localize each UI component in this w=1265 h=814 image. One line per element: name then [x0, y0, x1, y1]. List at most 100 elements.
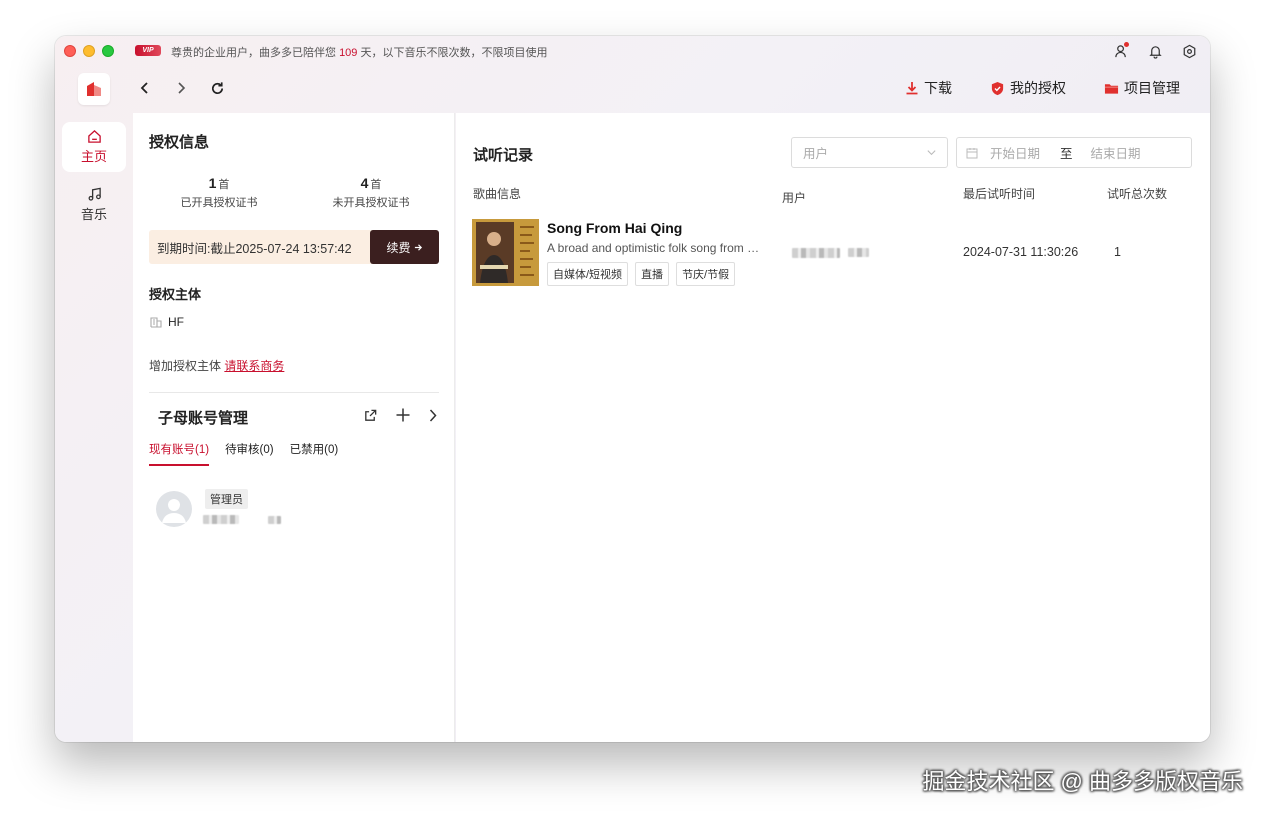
refresh-icon [211, 81, 223, 94]
vip-badge: VIP [135, 45, 161, 56]
column-header-user: 用户 [782, 191, 807, 205]
app-window: VIP 尊贵的企业用户，曲多多已陪伴您 109 天，以下音乐不限次数，不限项目使… [55, 36, 1210, 742]
redacted-user-suffix [848, 248, 869, 257]
user-icon[interactable] [1112, 42, 1130, 60]
watermark: 掘金技术社区 @ 曲多多版权音乐 [922, 769, 1243, 794]
sidebar-item-home[interactable]: 主页 [62, 122, 126, 172]
app-logo[interactable] [78, 73, 110, 105]
notice-days: 109 [339, 47, 358, 59]
date-range-picker[interactable]: 开始日期 至 结束日期 [956, 137, 1192, 168]
avatar [156, 491, 192, 527]
chevron-left-icon [140, 82, 148, 94]
add-entity-text: 增加授权主体 [149, 359, 225, 373]
close-window-button[interactable] [64, 45, 76, 57]
license-entity-title: 授权主体 [149, 287, 202, 302]
renew-label: 续费 [386, 240, 411, 255]
song-tags: 自媒体/短视频 直播 节庆/节假 [547, 262, 736, 286]
user-filter-select[interactable]: 用户 [791, 137, 948, 168]
pending-unit: 首 [370, 179, 382, 191]
renew-button[interactable]: 续费 [370, 230, 439, 264]
license-info-title: 授权信息 [149, 134, 210, 151]
notice-text-after: 天，以下音乐不限次数，不限项目使用 [357, 47, 548, 59]
expiry-banner: 到期时间:截止2025-07-24 13:57:42 续费 [149, 230, 439, 264]
settings-icon[interactable] [1180, 42, 1198, 60]
column-header-last-time: 最后试听时间 [963, 187, 1036, 201]
download-label: 下载 [924, 80, 952, 96]
start-date-input[interactable]: 开始日期 [990, 143, 1040, 162]
bell-icon[interactable] [1146, 42, 1164, 60]
refresh-button[interactable] [207, 78, 227, 98]
issued-label: 已开具授权证书 [180, 197, 258, 209]
album-cover[interactable] [472, 219, 539, 286]
my-license-label: 我的授权 [1010, 80, 1066, 96]
last-listen-time: 2024-07-31 11:30:26 [963, 245, 1079, 259]
column-header-song: 歌曲信息 [473, 187, 522, 201]
license-entity-name: HF [168, 315, 184, 329]
arrow-right-icon [414, 243, 422, 251]
home-icon [87, 129, 101, 143]
redacted-username [203, 515, 239, 524]
avatar-person-icon [162, 499, 186, 523]
issued-stat: 1首 已开具授权证书 [169, 175, 269, 210]
add-account-icon[interactable] [395, 407, 411, 428]
calendar-icon [966, 147, 978, 158]
external-link-icon[interactable] [363, 408, 378, 428]
download-button[interactable]: 下载 [905, 78, 952, 98]
tag-festival: 节庆/节假 [676, 262, 736, 286]
song-title[interactable]: Song From Hai Qing [547, 220, 682, 236]
admin-role-badge: 管理员 [205, 489, 248, 509]
license-panel: 授权信息 1首 已开具授权证书 4首 未开具授权证书 到期时间:截止2025-0… [133, 113, 455, 742]
song-description: A broad and optimistic folk song from th… [547, 241, 762, 255]
my-license-button[interactable]: 我的授权 [990, 78, 1066, 98]
building-icon [150, 317, 162, 328]
pending-label: 未开具授权证书 [332, 197, 410, 209]
tab-disabled[interactable]: 已禁用(0) [290, 441, 339, 466]
divider [149, 392, 439, 393]
account-management-title: 子母账号管理 [158, 410, 249, 427]
back-button[interactable] [135, 78, 155, 98]
issued-unit: 首 [218, 179, 230, 191]
folder-icon [1104, 83, 1119, 94]
download-icon [906, 82, 918, 95]
sidebar-item-music-label: 音乐 [80, 207, 107, 222]
chevron-down-icon [927, 150, 936, 156]
minimize-window-button[interactable] [83, 45, 95, 57]
column-header-total-count: 试听总次数 [1107, 187, 1168, 201]
tag-self-media: 自媒体/短视频 [547, 262, 629, 286]
redacted-username-suffix [268, 516, 281, 524]
end-date-input[interactable]: 结束日期 [1091, 143, 1141, 162]
issued-count: 1 [208, 175, 217, 191]
album-cover-image [472, 219, 539, 286]
music-note-icon [88, 187, 101, 201]
maximize-window-button[interactable] [102, 45, 114, 57]
tab-pending-review[interactable]: 待审核(0) [225, 441, 274, 466]
user-filter-placeholder: 用户 [803, 147, 829, 161]
expiry-text: 到期时间:截止2025-07-24 13:57:42 [157, 241, 352, 256]
contact-sales-link[interactable]: 请联系商务 [224, 359, 284, 373]
total-listen-count: 1 [1114, 245, 1121, 259]
toolbar: 下载 我的授权 项目管理 [55, 72, 1210, 108]
chevron-right-icon [178, 82, 186, 94]
chevron-right-icon[interactable] [428, 408, 438, 428]
project-management-label: 项目管理 [1124, 80, 1180, 96]
account-tabs: 现有账号(1) 待审核(0) 已禁用(0) [149, 441, 338, 466]
sidebar-item-music[interactable]: 音乐 [62, 180, 126, 230]
tag-live-stream: 直播 [635, 262, 670, 286]
redacted-user [792, 248, 840, 258]
membership-notice: 尊贵的企业用户，曲多多已陪伴您 109 天，以下音乐不限次数，不限项目使用 [171, 44, 547, 60]
pending-count: 4 [360, 175, 369, 191]
sidebar: 主页 音乐 [55, 113, 133, 742]
range-separator: 至 [1060, 147, 1073, 161]
tab-existing-accounts[interactable]: 现有账号(1) [149, 441, 210, 466]
shield-icon [991, 81, 1004, 95]
title-bar: VIP 尊贵的企业用户，曲多多已陪伴您 109 天，以下音乐不限次数，不限项目使… [55, 36, 1210, 66]
pending-stat: 4首 未开具授权证书 [321, 175, 421, 210]
app-logo-icon [87, 82, 101, 96]
listening-history-panel: 试听记录 用户 开始日期 至 结束日期 歌曲信息 用户 最后试听时间 试听总次数 [456, 113, 1210, 742]
project-management-button[interactable]: 项目管理 [1104, 78, 1180, 98]
listening-history-title: 试听记录 [473, 147, 534, 164]
forward-button[interactable] [171, 78, 191, 98]
add-entity-hint: 增加授权主体 请联系商务 [149, 357, 284, 374]
license-entity: HF [150, 315, 184, 329]
notification-dot [1124, 42, 1129, 47]
